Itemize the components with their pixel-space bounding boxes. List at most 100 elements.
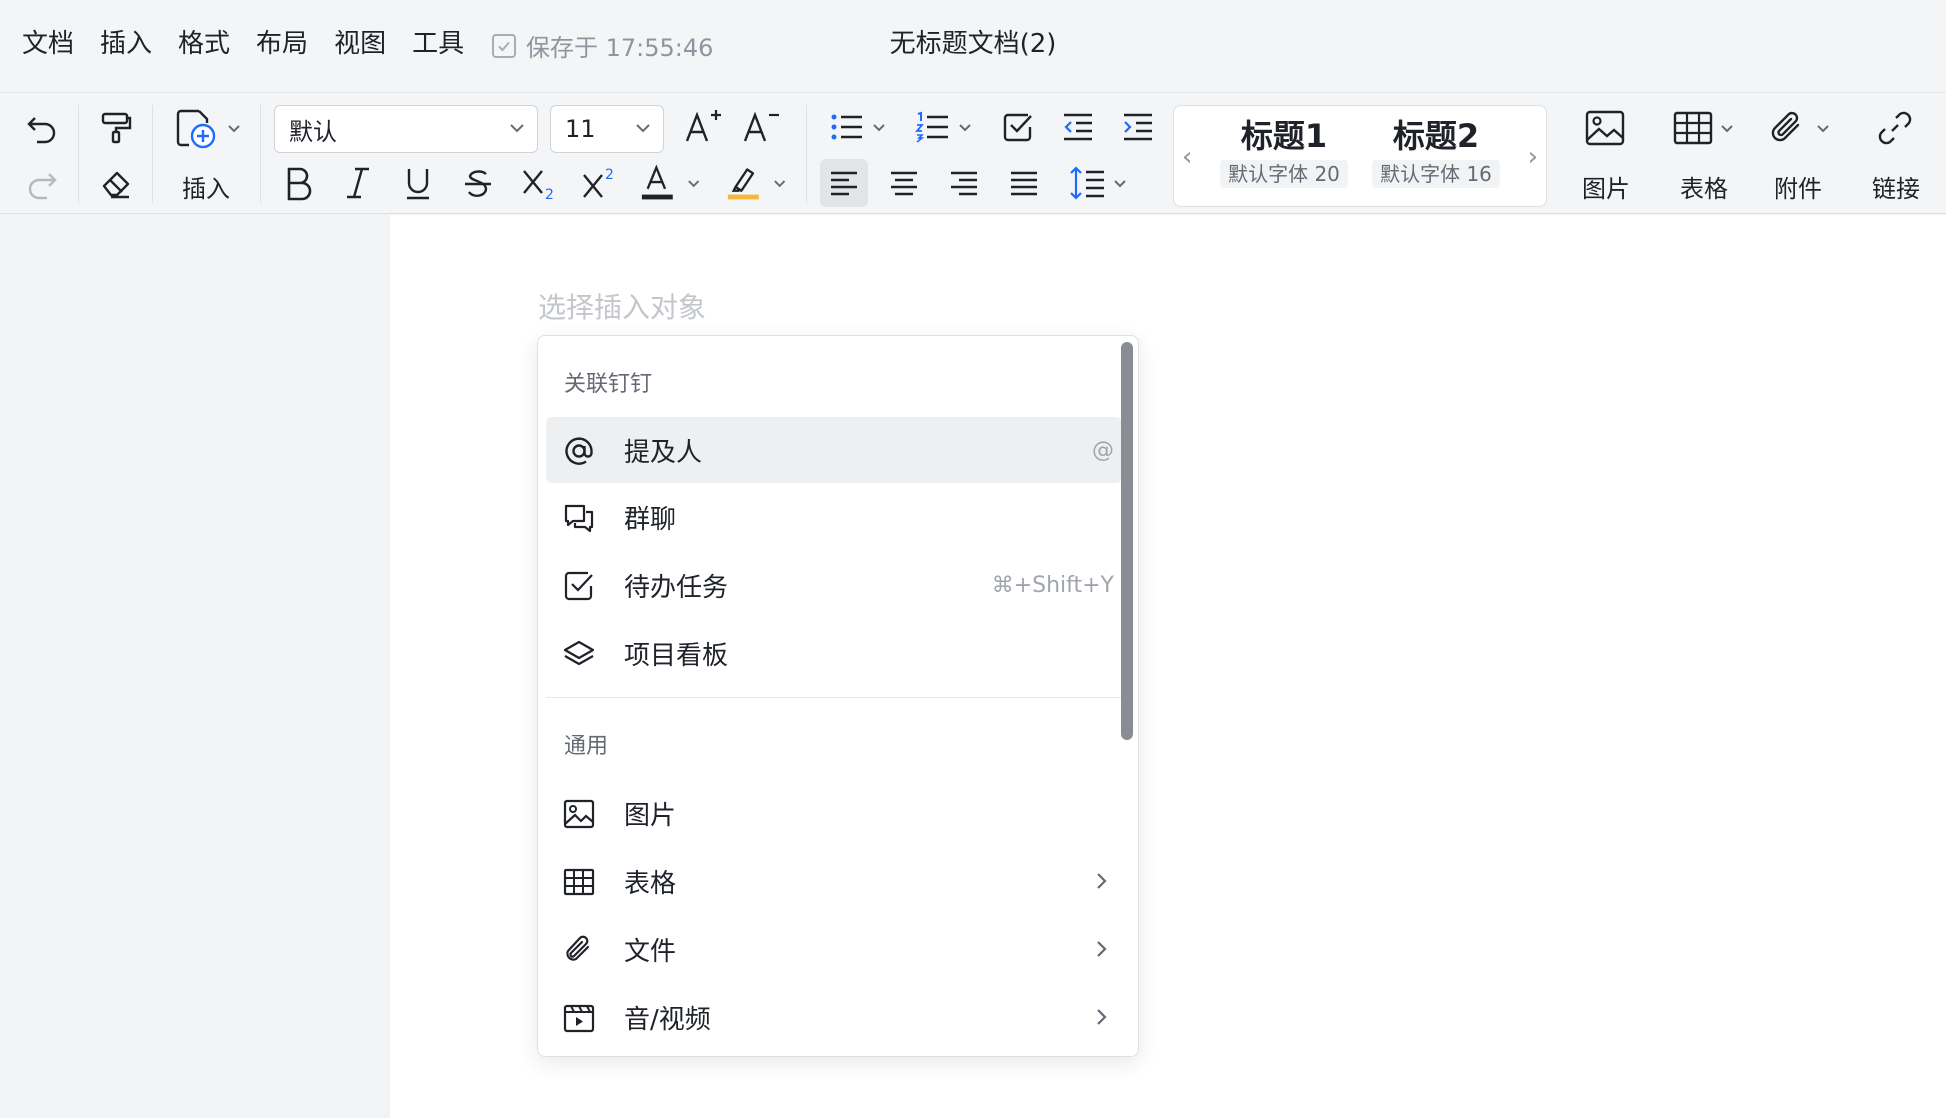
align-right-icon bbox=[951, 171, 977, 196]
clear-format-button[interactable] bbox=[94, 161, 138, 205]
shortcut-text: @ bbox=[1092, 437, 1114, 463]
font-increase-icon bbox=[685, 110, 721, 142]
chevron-right-icon[interactable]: › bbox=[1528, 142, 1538, 172]
chevron-right-icon bbox=[1097, 1009, 1107, 1025]
menu-item-todo[interactable]: 待办任务 ⌘+Shift+Y bbox=[546, 552, 1122, 618]
toolbar: 插入 默认 11 2 2 ‹ 标题1 默认字体 20 标题2 默认字体 16 ›… bbox=[0, 92, 1946, 214]
table-icon bbox=[1673, 111, 1713, 145]
outdent-icon bbox=[1064, 113, 1092, 141]
underline-icon bbox=[407, 169, 429, 200]
redo-button[interactable] bbox=[20, 161, 64, 205]
format-painter-button[interactable] bbox=[94, 105, 138, 149]
menu-item-mention[interactable]: 提及人 @ bbox=[546, 417, 1122, 483]
align-center-button[interactable] bbox=[880, 159, 928, 207]
at-icon bbox=[565, 437, 593, 465]
svg-text:2: 2 bbox=[545, 187, 554, 201]
popup-scrollbar[interactable] bbox=[1121, 342, 1133, 740]
chevron-right-icon bbox=[1097, 941, 1107, 957]
image-label: 图片 bbox=[1582, 175, 1630, 203]
justify-button[interactable] bbox=[1000, 159, 1048, 207]
section-divider bbox=[546, 697, 1122, 698]
align-justify-icon bbox=[1011, 171, 1037, 196]
table-label: 表格 bbox=[1680, 175, 1728, 203]
insert-image-button[interactable] bbox=[1580, 105, 1630, 151]
menu-item-label: 提及人 bbox=[624, 437, 703, 468]
shortcut-text: ⌘+Shift+Y bbox=[991, 572, 1114, 598]
format-painter-icon bbox=[101, 112, 132, 144]
insert-table-button[interactable] bbox=[1664, 105, 1744, 151]
menu-item-table[interactable]: 表格 bbox=[546, 848, 1122, 914]
svg-text:2: 2 bbox=[605, 167, 614, 183]
checklist-button[interactable] bbox=[994, 103, 1042, 151]
line-spacing-icon bbox=[1070, 166, 1104, 200]
increase-font-size-button[interactable] bbox=[680, 103, 726, 151]
menu-item-image[interactable]: 图片 bbox=[546, 780, 1122, 846]
align-right-button[interactable] bbox=[940, 159, 988, 207]
insert-button[interactable] bbox=[168, 103, 248, 153]
editor-placeholder[interactable]: 选择插入对象 bbox=[538, 286, 706, 326]
insert-link-button[interactable] bbox=[1870, 105, 1920, 151]
menu-item-label: 文件 bbox=[624, 936, 677, 967]
menu-item-label: 项目看板 bbox=[624, 640, 729, 671]
style-heading-1[interactable]: 标题1 默认字体 20 bbox=[1216, 114, 1352, 188]
bold-icon bbox=[287, 167, 312, 201]
font-size-select[interactable]: 11 bbox=[550, 105, 664, 153]
font-family-value: 默认 bbox=[289, 117, 337, 146]
bullet-list-icon bbox=[831, 114, 862, 140]
superscript-button[interactable]: 2 bbox=[576, 159, 624, 207]
chevron-down-icon bbox=[228, 125, 240, 133]
style-heading-2-desc: 默认字体 16 bbox=[1372, 160, 1500, 188]
toolbar-divider bbox=[260, 105, 261, 203]
document-title[interactable]: 无标题文档(2) bbox=[0, 26, 1946, 62]
superscript-icon: 2 bbox=[583, 167, 614, 198]
line-spacing-button[interactable] bbox=[1064, 159, 1134, 207]
insert-block-icon bbox=[176, 109, 216, 149]
align-left-button[interactable] bbox=[820, 159, 868, 207]
paperclip-icon bbox=[1771, 111, 1800, 142]
layers-icon bbox=[563, 640, 595, 666]
subscript-button[interactable]: 2 bbox=[516, 159, 564, 207]
top-bar: 文档 插入 格式 布局 视图 工具 保存于 17:55:46 无标题文档(2) bbox=[0, 0, 1946, 92]
style-heading-2[interactable]: 标题2 默认字体 16 bbox=[1368, 114, 1504, 188]
bullet-list-button[interactable] bbox=[822, 103, 894, 151]
font-decrease-icon bbox=[743, 111, 779, 142]
menu-item-audio-video[interactable]: 音/视频 bbox=[546, 984, 1122, 1050]
chevron-down-icon bbox=[687, 180, 699, 188]
chevron-down-icon bbox=[873, 124, 885, 132]
menu-item-file[interactable]: 文件 bbox=[546, 916, 1122, 982]
paperclip-icon bbox=[566, 935, 590, 961]
chevron-down-icon bbox=[959, 124, 971, 132]
toolbar-divider bbox=[806, 105, 807, 203]
toolbar-divider bbox=[78, 105, 79, 203]
image-icon bbox=[563, 799, 595, 829]
decrease-font-size-button[interactable] bbox=[738, 103, 784, 151]
align-left-icon bbox=[831, 171, 857, 196]
chevron-down-icon bbox=[1114, 180, 1126, 188]
italic-button[interactable] bbox=[336, 159, 380, 207]
undo-button[interactable] bbox=[20, 105, 64, 149]
menu-item-label: 表格 bbox=[624, 868, 677, 899]
strikethrough-button[interactable] bbox=[456, 159, 500, 207]
font-family-select[interactable]: 默认 bbox=[274, 105, 538, 153]
decrease-indent-button[interactable] bbox=[1054, 103, 1102, 151]
menu-item-label: 图片 bbox=[624, 800, 677, 831]
video-icon bbox=[563, 1004, 595, 1033]
insert-object-popup: 关联钉钉 提及人 @ 群聊 待办任务 ⌘+Shift+Y 项目看板 通用 图片 … bbox=[537, 335, 1139, 1057]
highlight-color-button[interactable] bbox=[724, 159, 788, 207]
numbered-list-button[interactable] bbox=[908, 103, 980, 151]
toolbar-divider bbox=[152, 105, 153, 203]
strikethrough-icon bbox=[465, 170, 491, 197]
insert-attachment-button[interactable] bbox=[1762, 105, 1838, 151]
increase-indent-button[interactable] bbox=[1114, 103, 1162, 151]
chevron-left-icon[interactable]: ‹ bbox=[1182, 142, 1192, 172]
font-color-button[interactable] bbox=[638, 159, 702, 207]
underline-button[interactable] bbox=[396, 159, 440, 207]
chevron-down-icon bbox=[636, 124, 650, 133]
menu-item-group-chat[interactable]: 群聊 bbox=[546, 484, 1122, 550]
menu-item-project-board[interactable]: 项目看板 bbox=[546, 620, 1122, 686]
chevron-down-icon bbox=[1721, 125, 1733, 133]
menu-item-label: 群聊 bbox=[624, 504, 677, 535]
section-title-dingtalk: 关联钉钉 bbox=[564, 372, 653, 397]
chevron-down-icon bbox=[773, 180, 785, 188]
bold-button[interactable] bbox=[276, 159, 320, 207]
